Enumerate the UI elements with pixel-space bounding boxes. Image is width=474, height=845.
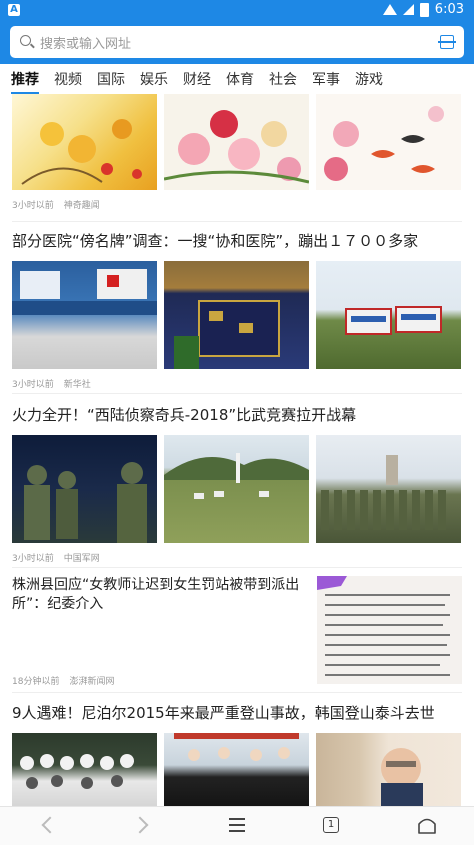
news-image <box>12 94 157 190</box>
tab-finance[interactable]: 财经 <box>183 69 211 89</box>
category-tabs: 推荐 视频 国际 娱乐 财经 体育 社会 军事 游戏 <box>0 64 474 94</box>
search-input[interactable]: 搜索或输入网址 <box>10 26 464 58</box>
status-time: 6:03 <box>434 2 464 17</box>
home-icon[interactable] <box>417 816 437 838</box>
tab-video[interactable]: 视频 <box>54 69 82 89</box>
divider <box>12 393 462 394</box>
news-time: 3小时以前 <box>12 380 54 390</box>
news-image <box>316 733 461 806</box>
forward-icon[interactable] <box>131 816 149 834</box>
news-item[interactable]: 部分医院“傍名牌”调查：一搜“协和医院”，蹦出１７００多家 3小时以前 新华社 <box>12 230 462 390</box>
news-feed: 3小时以前 神奇趣闻 部分医院“傍名牌”调查：一搜“协和医院”，蹦出１７００多家… <box>0 94 474 806</box>
news-item[interactable]: 3小时以前 神奇趣闻 <box>12 94 462 211</box>
news-image <box>164 94 309 190</box>
search-bar-container: 搜索或输入网址 <box>0 22 474 64</box>
news-item[interactable]: 9人遇难！尼泊尔2015年来最严重登山事故，韩国登山泰斗去世 <box>12 702 462 806</box>
news-image <box>12 733 157 806</box>
news-title: 株洲县回应“女教师让迟到女生罚站被带到派出所”：纪委介入 <box>12 577 300 612</box>
tab-sports[interactable]: 体育 <box>226 69 254 89</box>
news-title: 火力全开！“西陆侦察奇兵-2018”比武竞赛拉开战幕 <box>12 406 357 424</box>
news-item[interactable]: 火力全开！“西陆侦察奇兵-2018”比武竞赛拉开战幕 3小时以前 中国军网 <box>12 404 462 564</box>
signal-icon <box>402 4 414 15</box>
news-image <box>164 435 309 543</box>
scan-icon[interactable] <box>438 35 456 49</box>
news-image <box>164 261 309 369</box>
news-time: 18分钟以前 <box>12 677 60 687</box>
app-notification-icon: A <box>8 4 20 16</box>
bottom-nav-bar: 1 <box>0 806 474 845</box>
wifi-icon <box>382 4 397 15</box>
news-title: 部分医院“傍名牌”调查：一搜“协和医院”，蹦出１７００多家 <box>12 232 419 250</box>
tab-recommend[interactable]: 推荐 <box>11 69 39 94</box>
news-image <box>317 576 462 684</box>
news-item[interactable]: 株洲县回应“女教师让迟到女生罚站被带到派出所”：纪委介入 18分钟以前 澎湃新闻… <box>12 576 462 688</box>
news-time: 3小时以前 <box>12 554 54 564</box>
menu-icon[interactable] <box>229 818 245 836</box>
tab-society[interactable]: 社会 <box>269 69 297 89</box>
news-image <box>316 261 461 369</box>
news-source: 澎湃新闻网 <box>69 677 115 687</box>
news-source: 新华社 <box>63 380 91 390</box>
tab-military[interactable]: 军事 <box>312 69 340 89</box>
news-image <box>12 261 157 369</box>
tab-entertainment[interactable]: 娱乐 <box>140 69 168 89</box>
back-icon[interactable] <box>41 816 59 834</box>
news-image <box>12 435 157 543</box>
tab-international[interactable]: 国际 <box>97 69 125 89</box>
divider <box>12 567 462 568</box>
news-time: 3小时以前 <box>12 201 54 211</box>
news-image <box>316 94 461 190</box>
news-title: 9人遇难！尼泊尔2015年来最严重登山事故，韩国登山泰斗去世 <box>12 704 435 722</box>
news-image <box>316 435 461 543</box>
divider <box>12 692 462 693</box>
divider <box>12 221 462 222</box>
search-placeholder: 搜索或输入网址 <box>40 37 132 52</box>
status-bar: A 6:03 <box>0 0 474 22</box>
search-icon <box>20 35 31 46</box>
news-image <box>164 733 309 806</box>
status-indicators: 6:03 <box>382 2 464 17</box>
tab-games[interactable]: 游戏 <box>355 69 383 89</box>
news-source: 中国军网 <box>63 554 100 564</box>
battery-icon <box>419 2 429 17</box>
tabs-count-button[interactable]: 1 <box>323 817 339 833</box>
news-source: 神奇趣闻 <box>63 201 100 211</box>
